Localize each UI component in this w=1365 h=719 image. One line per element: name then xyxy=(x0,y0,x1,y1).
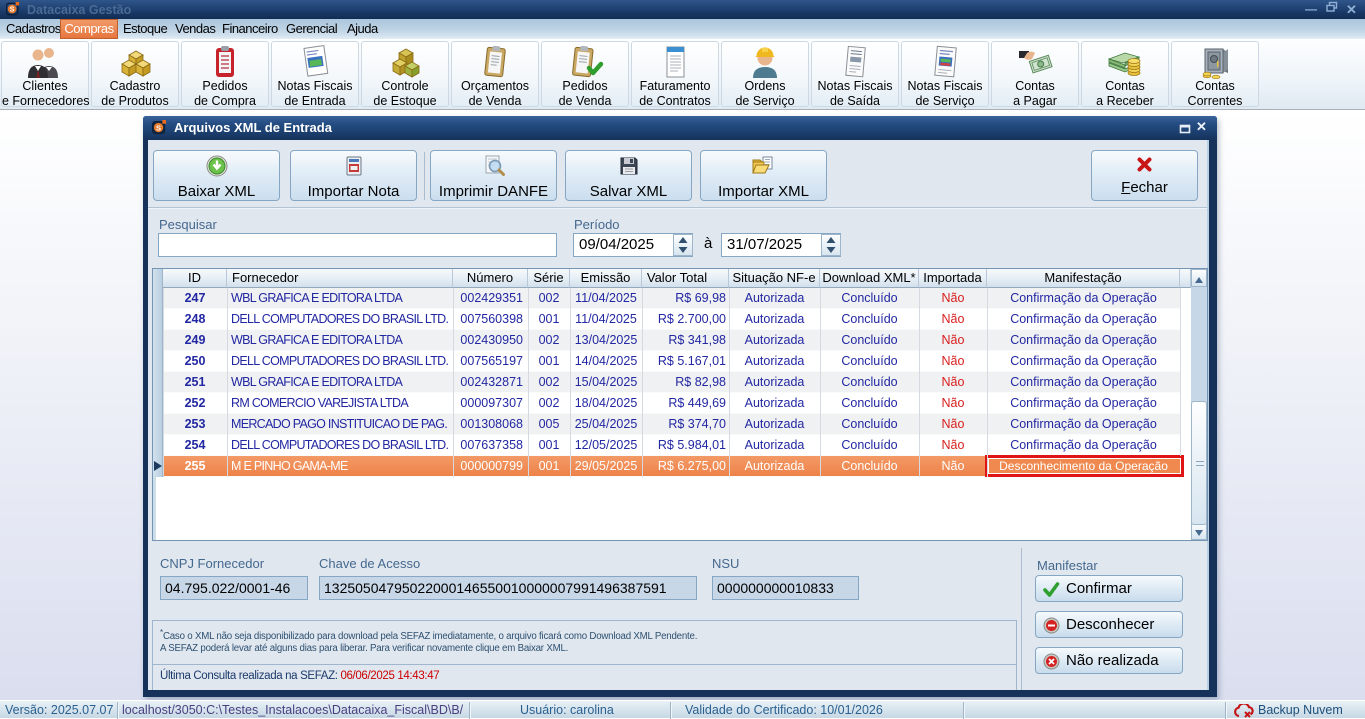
svg-text:S: S xyxy=(156,123,161,132)
svg-text:S: S xyxy=(10,7,15,14)
